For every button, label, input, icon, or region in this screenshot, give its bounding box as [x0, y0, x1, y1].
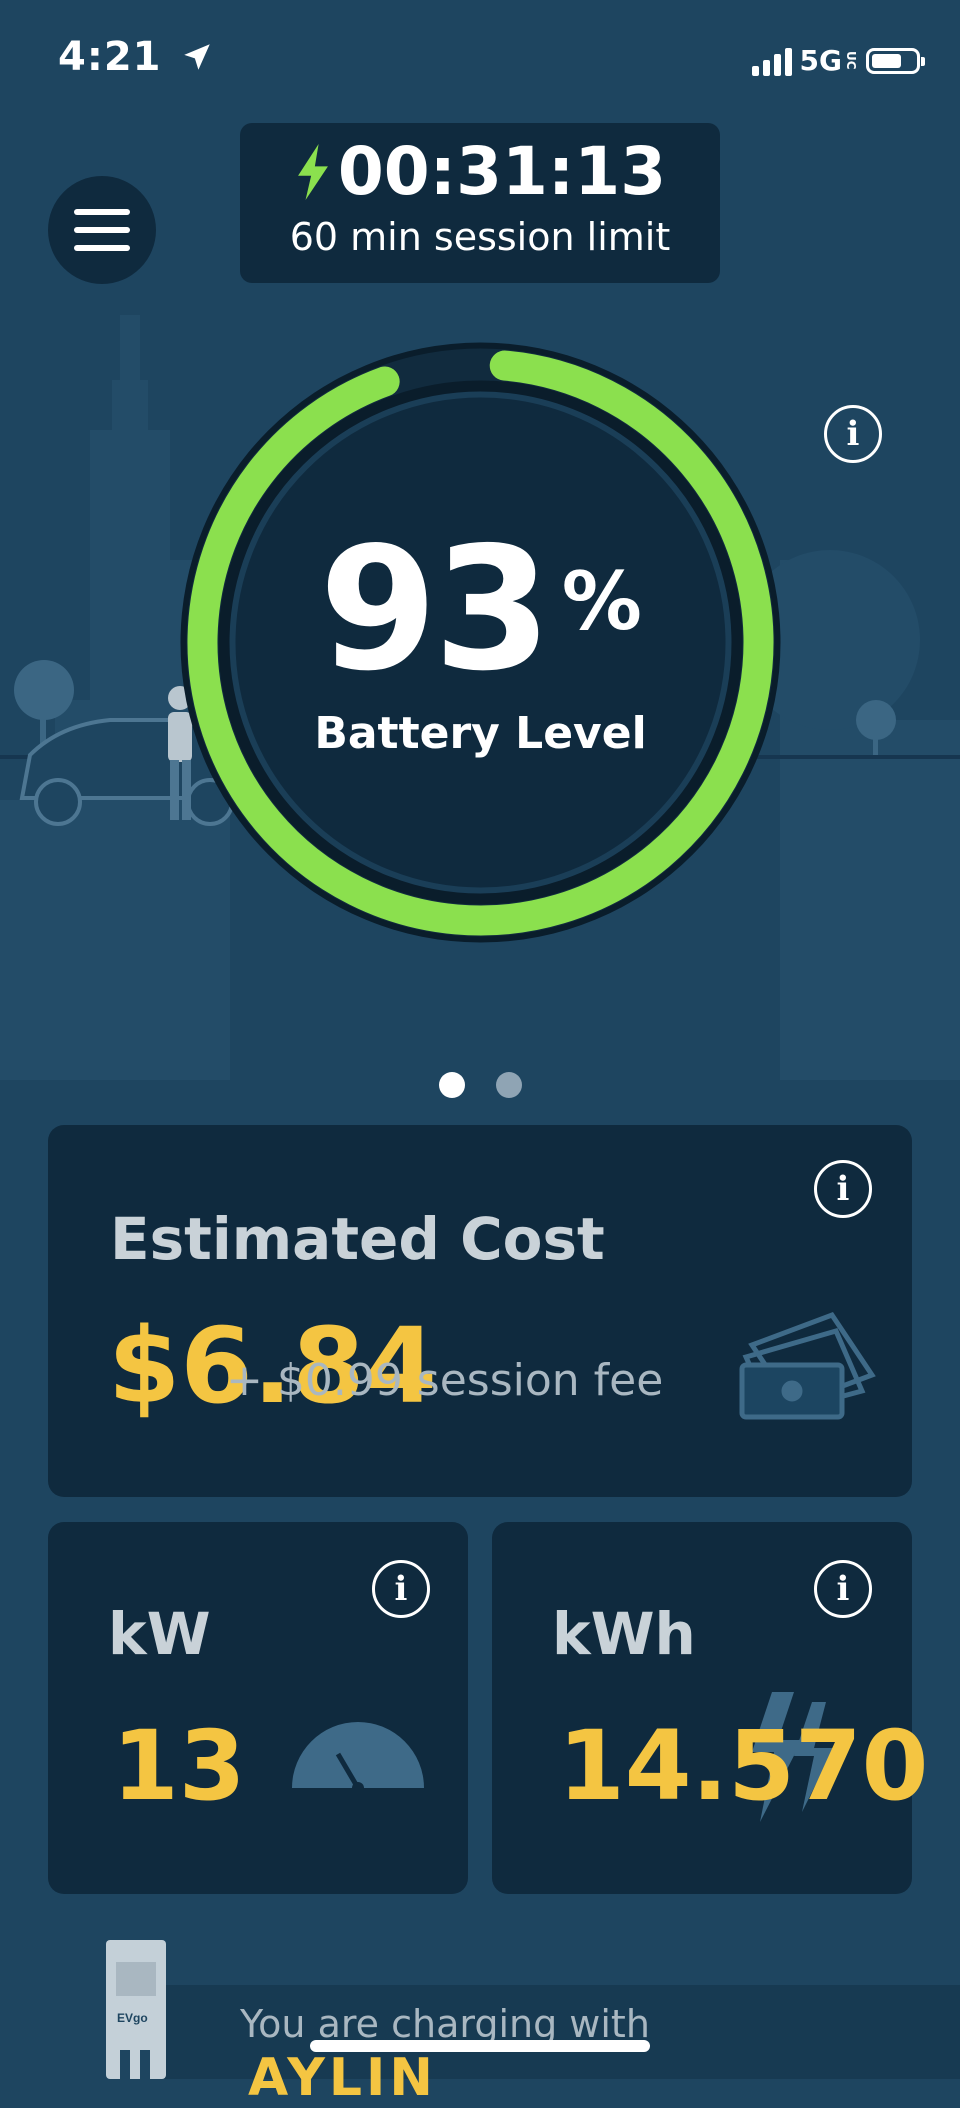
kw-value: 13	[112, 1710, 246, 1822]
info-icon[interactable]: i	[824, 405, 882, 463]
info-icon[interactable]: i	[814, 1160, 872, 1218]
battery-percent: 93	[319, 511, 552, 709]
network-label: 5G	[799, 44, 842, 77]
home-indicator[interactable]	[310, 2040, 650, 2052]
estimated-cost-card: i Estimated Cost $6.84 + $0.99 session f…	[48, 1125, 912, 1497]
session-timer-panel: 00:31:13 60 min session limit	[240, 123, 720, 283]
session-timer: 00:31:13	[337, 133, 667, 210]
kwh-value: 14.570	[558, 1710, 929, 1822]
status-indicators: 5G UC	[751, 44, 925, 77]
signal-icon	[751, 46, 792, 76]
estimated-cost-title: Estimated Cost	[110, 1205, 605, 1273]
session-limit: 60 min session limit	[289, 215, 671, 259]
menu-button[interactable]	[48, 176, 156, 284]
carousel-dot-2[interactable]	[496, 1072, 522, 1098]
location-arrow-icon	[184, 44, 211, 70]
kwh-card: i kWh 14.570	[492, 1522, 928, 1894]
status-time: 4:21	[58, 34, 214, 80]
money-icon	[739, 1311, 876, 1420]
menu-icon-bar	[74, 245, 130, 251]
charger-network-name: AYLIN	[248, 2048, 437, 2108]
bolt-icon	[297, 144, 328, 200]
battery-icon	[866, 47, 925, 74]
carousel-dot-1[interactable]	[439, 1072, 465, 1098]
battery-label: Battery Level	[314, 708, 647, 759]
kw-title: kW	[108, 1600, 211, 1668]
info-icon[interactable]: i	[814, 1560, 872, 1618]
svg-text:EVgo: EVgo	[117, 2011, 148, 2025]
battery-percent-sign: %	[561, 555, 642, 648]
kw-card: i kW 13	[48, 1522, 468, 1894]
battery-readout: 93 % Battery Level	[178, 340, 783, 945]
menu-icon-bar	[74, 209, 130, 215]
session-fee: + $0.99 session fee	[226, 1355, 664, 1406]
gauge-icon	[292, 1722, 424, 1790]
charger-illustration: EVgo	[106, 1940, 166, 2079]
info-icon[interactable]: i	[372, 1560, 430, 1618]
menu-icon-bar	[74, 227, 130, 233]
kwh-title: kWh	[552, 1600, 696, 1668]
network-suffix: UC	[844, 51, 858, 70]
